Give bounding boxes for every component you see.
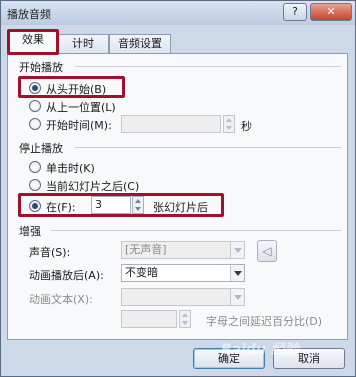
watermark-logo: Baidu 经验 [221,342,299,358]
start-time-input[interactable] [121,115,221,133]
sound-label: 声音(S): [29,246,71,259]
tab-highlight-box [7,29,59,55]
start-section-title: 开始播放 [19,61,63,74]
after-animation-dropdown[interactable]: 不变暗 [121,264,245,282]
letter-delay-unit: 字母之间延迟百分比(D) [206,315,323,328]
animate-text-dropdown[interactable] [121,288,245,306]
help-button[interactable]: ? [283,3,307,21]
dialog-title: 播放音频 [7,8,51,21]
enhance-section-title: 增强 [19,225,41,238]
spinner-down-icon [182,321,188,325]
sound-dropdown[interactable]: [无声音] [121,241,245,259]
after-current-slide-label: 当前幻灯片之后(C) [46,180,140,193]
on-click-label: 单击时(K) [46,162,95,175]
enhance-section-divider [51,230,341,231]
after-animation-label: 动画播放后(A): [29,269,104,282]
letter-delay-input[interactable] [121,310,177,328]
tab-timing[interactable]: 计时 [57,34,109,53]
radio-on-click[interactable] [29,161,41,173]
chevron-down-icon [230,265,244,281]
chevron-down-icon [230,289,244,305]
stop-section-divider [75,147,341,148]
spinner-up-icon [226,118,232,122]
animate-text-label: 动画文本(X): [29,293,93,306]
chevron-down-icon [230,242,244,258]
sound-value: [无声音] [125,243,167,256]
spinner-down-icon [226,126,232,130]
start-time-label: 开始时间(M): [46,119,112,132]
radio-start-time[interactable] [29,118,41,130]
spinner-up-icon [182,313,188,317]
tab-audio-settings[interactable]: 音频设置 [109,34,171,53]
stop-section-title: 停止播放 [19,142,63,155]
title-bar[interactable]: 播放音频 ? ✕ [1,1,355,25]
dialog-window: 播放音频 ? ✕ 效果 计时 音频设置 开始播放 从头开始(B) 从上一位置(L… [0,0,356,377]
after-slides-highlight [18,193,224,217]
letter-delay-spinner[interactable] [179,310,191,328]
from-beginning-highlight [18,76,125,98]
radio-from-last-position[interactable] [29,100,41,112]
start-section-divider [75,66,341,67]
close-button[interactable]: ✕ [310,3,352,21]
radio-after-current-slide[interactable] [29,179,41,191]
start-time-spinner[interactable] [223,115,235,133]
from-last-position-label: 从上一位置(L) [46,101,116,114]
speaker-icon[interactable]: ◁ [257,240,277,262]
seconds-unit: 秒 [241,120,252,133]
after-animation-value: 不变暗 [125,266,158,279]
